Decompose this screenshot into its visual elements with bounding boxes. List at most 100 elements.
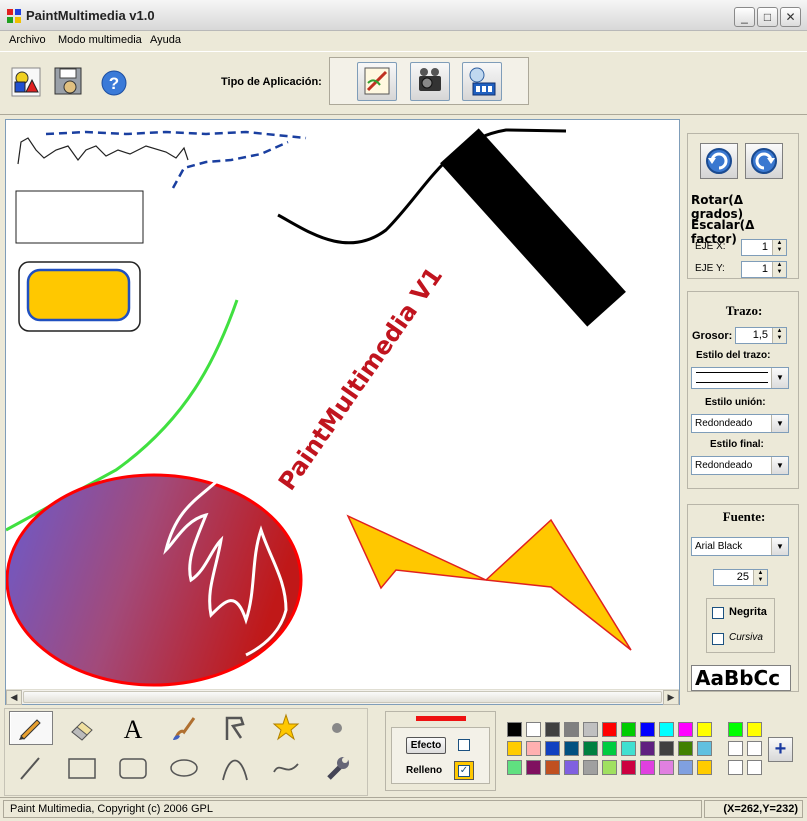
color-swatch[interactable] — [583, 722, 598, 737]
efecto-button[interactable]: Efecto — [406, 737, 446, 754]
color-swatch[interactable] — [621, 741, 636, 756]
cursiva-checkbox[interactable] — [712, 633, 724, 645]
rotate-right-button[interactable] — [745, 143, 783, 179]
grosor-spinner[interactable]: 1,5 ▲ ▼ — [735, 327, 787, 344]
negrita-checkbox[interactable] — [712, 607, 724, 619]
color-swatch[interactable] — [678, 760, 693, 775]
chevron-down-icon[interactable]: ▼ — [771, 457, 788, 474]
color-swatch[interactable] — [564, 741, 579, 756]
color-swatch[interactable] — [507, 722, 522, 737]
brush-tool-button[interactable] — [162, 711, 206, 745]
color-swatch[interactable] — [545, 722, 560, 737]
rectangle-tool-button[interactable] — [60, 751, 104, 785]
rotate-left-button[interactable] — [700, 143, 738, 179]
union-select[interactable]: Redondeado ▼ — [691, 414, 789, 433]
eraser-tool-button[interactable] — [60, 711, 104, 745]
add-color-button[interactable]: + — [768, 737, 793, 762]
final-select[interactable]: Redondeado ▼ — [691, 456, 789, 475]
color-swatch[interactable] — [640, 760, 655, 775]
maximize-button[interactable]: □ — [757, 7, 778, 27]
menu-modo-multimedia[interactable]: Modo multimedia — [58, 34, 142, 46]
polyline-tool-button[interactable] — [213, 711, 257, 745]
custom-color-swatch[interactable] — [728, 741, 743, 756]
paint-app-button[interactable] — [357, 62, 397, 101]
color-swatch[interactable] — [564, 722, 579, 737]
horizontal-scrollbar[interactable]: ◀ ▶ — [6, 689, 679, 705]
multimedia-app-button[interactable] — [462, 62, 502, 101]
rounded-rect-tool-button[interactable] — [111, 751, 155, 785]
spinner-arrows-icon[interactable]: ▲ ▼ — [753, 570, 767, 585]
text-tool-tool-button[interactable]: A — [111, 711, 155, 745]
custom-color-swatch[interactable] — [747, 722, 762, 737]
color-swatch[interactable] — [678, 741, 693, 756]
color-swatch[interactable] — [526, 741, 541, 756]
eje-y-label: EJE Y: — [695, 263, 725, 274]
color-swatch[interactable] — [697, 760, 712, 775]
color-swatch[interactable] — [507, 741, 522, 756]
color-swatch[interactable] — [602, 722, 617, 737]
stroke-style-select[interactable]: ▼ — [691, 367, 789, 389]
chevron-down-icon[interactable]: ▼ — [771, 415, 788, 432]
eje-y-spinner[interactable]: 1 ▲ ▼ — [741, 261, 787, 278]
custom-color-swatch[interactable] — [728, 760, 743, 775]
color-swatch[interactable] — [602, 741, 617, 756]
color-swatch[interactable] — [659, 722, 674, 737]
app-icon — [7, 9, 21, 23]
brush-icon — [173, 717, 196, 740]
relleno-color-box[interactable]: ✓ — [454, 761, 474, 780]
camera-app-button[interactable] — [410, 62, 450, 101]
ellipse-tool-button[interactable] — [162, 751, 206, 785]
color-swatch[interactable] — [640, 722, 655, 737]
color-swatch[interactable] — [526, 722, 541, 737]
close-button[interactable]: ✕ — [780, 7, 801, 27]
save-icon[interactable] — [52, 65, 84, 97]
union-value: Redondeado — [695, 418, 753, 429]
color-swatch[interactable] — [659, 760, 674, 775]
chevron-down-icon[interactable]: ▼ — [771, 368, 788, 388]
arc-tool-button[interactable] — [213, 751, 257, 785]
color-swatch[interactable] — [545, 760, 560, 775]
curve-tool-button[interactable] — [264, 751, 308, 785]
shapes-icon[interactable] — [10, 66, 42, 98]
star-like-polygon — [346, 514, 632, 651]
relleno-checkbox[interactable]: ✓ — [458, 765, 470, 777]
star-tool-button[interactable] — [264, 711, 308, 745]
menu-ayuda[interactable]: Ayuda — [150, 34, 181, 46]
spinner-arrows-icon[interactable]: ▲ ▼ — [772, 240, 786, 255]
color-swatch[interactable] — [659, 741, 674, 756]
color-swatch[interactable] — [621, 722, 636, 737]
color-swatch[interactable] — [602, 760, 617, 775]
wrench-tool-button[interactable] — [315, 751, 359, 785]
minimize-button[interactable]: _ — [734, 7, 755, 27]
font-size-spinner[interactable]: 25 ▲ ▼ — [713, 569, 768, 586]
pencil-tool-button[interactable] — [9, 711, 53, 745]
drawing-canvas[interactable]: PaintMultimedia V1 — [6, 120, 679, 689]
font-select[interactable]: Arial Black ▼ — [691, 537, 789, 556]
scroll-thumb[interactable] — [23, 691, 662, 703]
color-swatch[interactable] — [640, 741, 655, 756]
line-tool-button[interactable] — [9, 751, 53, 785]
spinner-arrows-icon[interactable]: ▲ ▼ — [772, 262, 786, 277]
color-swatch[interactable] — [526, 760, 541, 775]
custom-color-swatch[interactable] — [747, 760, 762, 775]
custom-color-swatch[interactable] — [747, 741, 762, 756]
color-swatch[interactable] — [583, 760, 598, 775]
color-swatch[interactable] — [507, 760, 522, 775]
color-swatch[interactable] — [545, 741, 560, 756]
eje-x-spinner[interactable]: 1 ▲ ▼ — [741, 239, 787, 256]
menu-archivo[interactable]: Archivo — [9, 34, 46, 46]
dot-tool-button[interactable] — [315, 711, 359, 745]
custom-color-swatch[interactable] — [728, 722, 743, 737]
color-swatch[interactable] — [697, 741, 712, 756]
spinner-arrows-icon[interactable]: ▲ ▼ — [772, 328, 786, 343]
scroll-right-arrow[interactable]: ▶ — [663, 690, 679, 705]
scroll-left-arrow[interactable]: ◀ — [6, 690, 22, 705]
help-icon[interactable]: ? — [98, 67, 130, 99]
color-swatch[interactable] — [583, 741, 598, 756]
color-swatch[interactable] — [697, 722, 712, 737]
efecto-checkbox[interactable] — [458, 739, 470, 751]
color-swatch[interactable] — [621, 760, 636, 775]
color-swatch[interactable] — [678, 722, 693, 737]
color-swatch[interactable] — [564, 760, 579, 775]
chevron-down-icon[interactable]: ▼ — [771, 538, 788, 555]
